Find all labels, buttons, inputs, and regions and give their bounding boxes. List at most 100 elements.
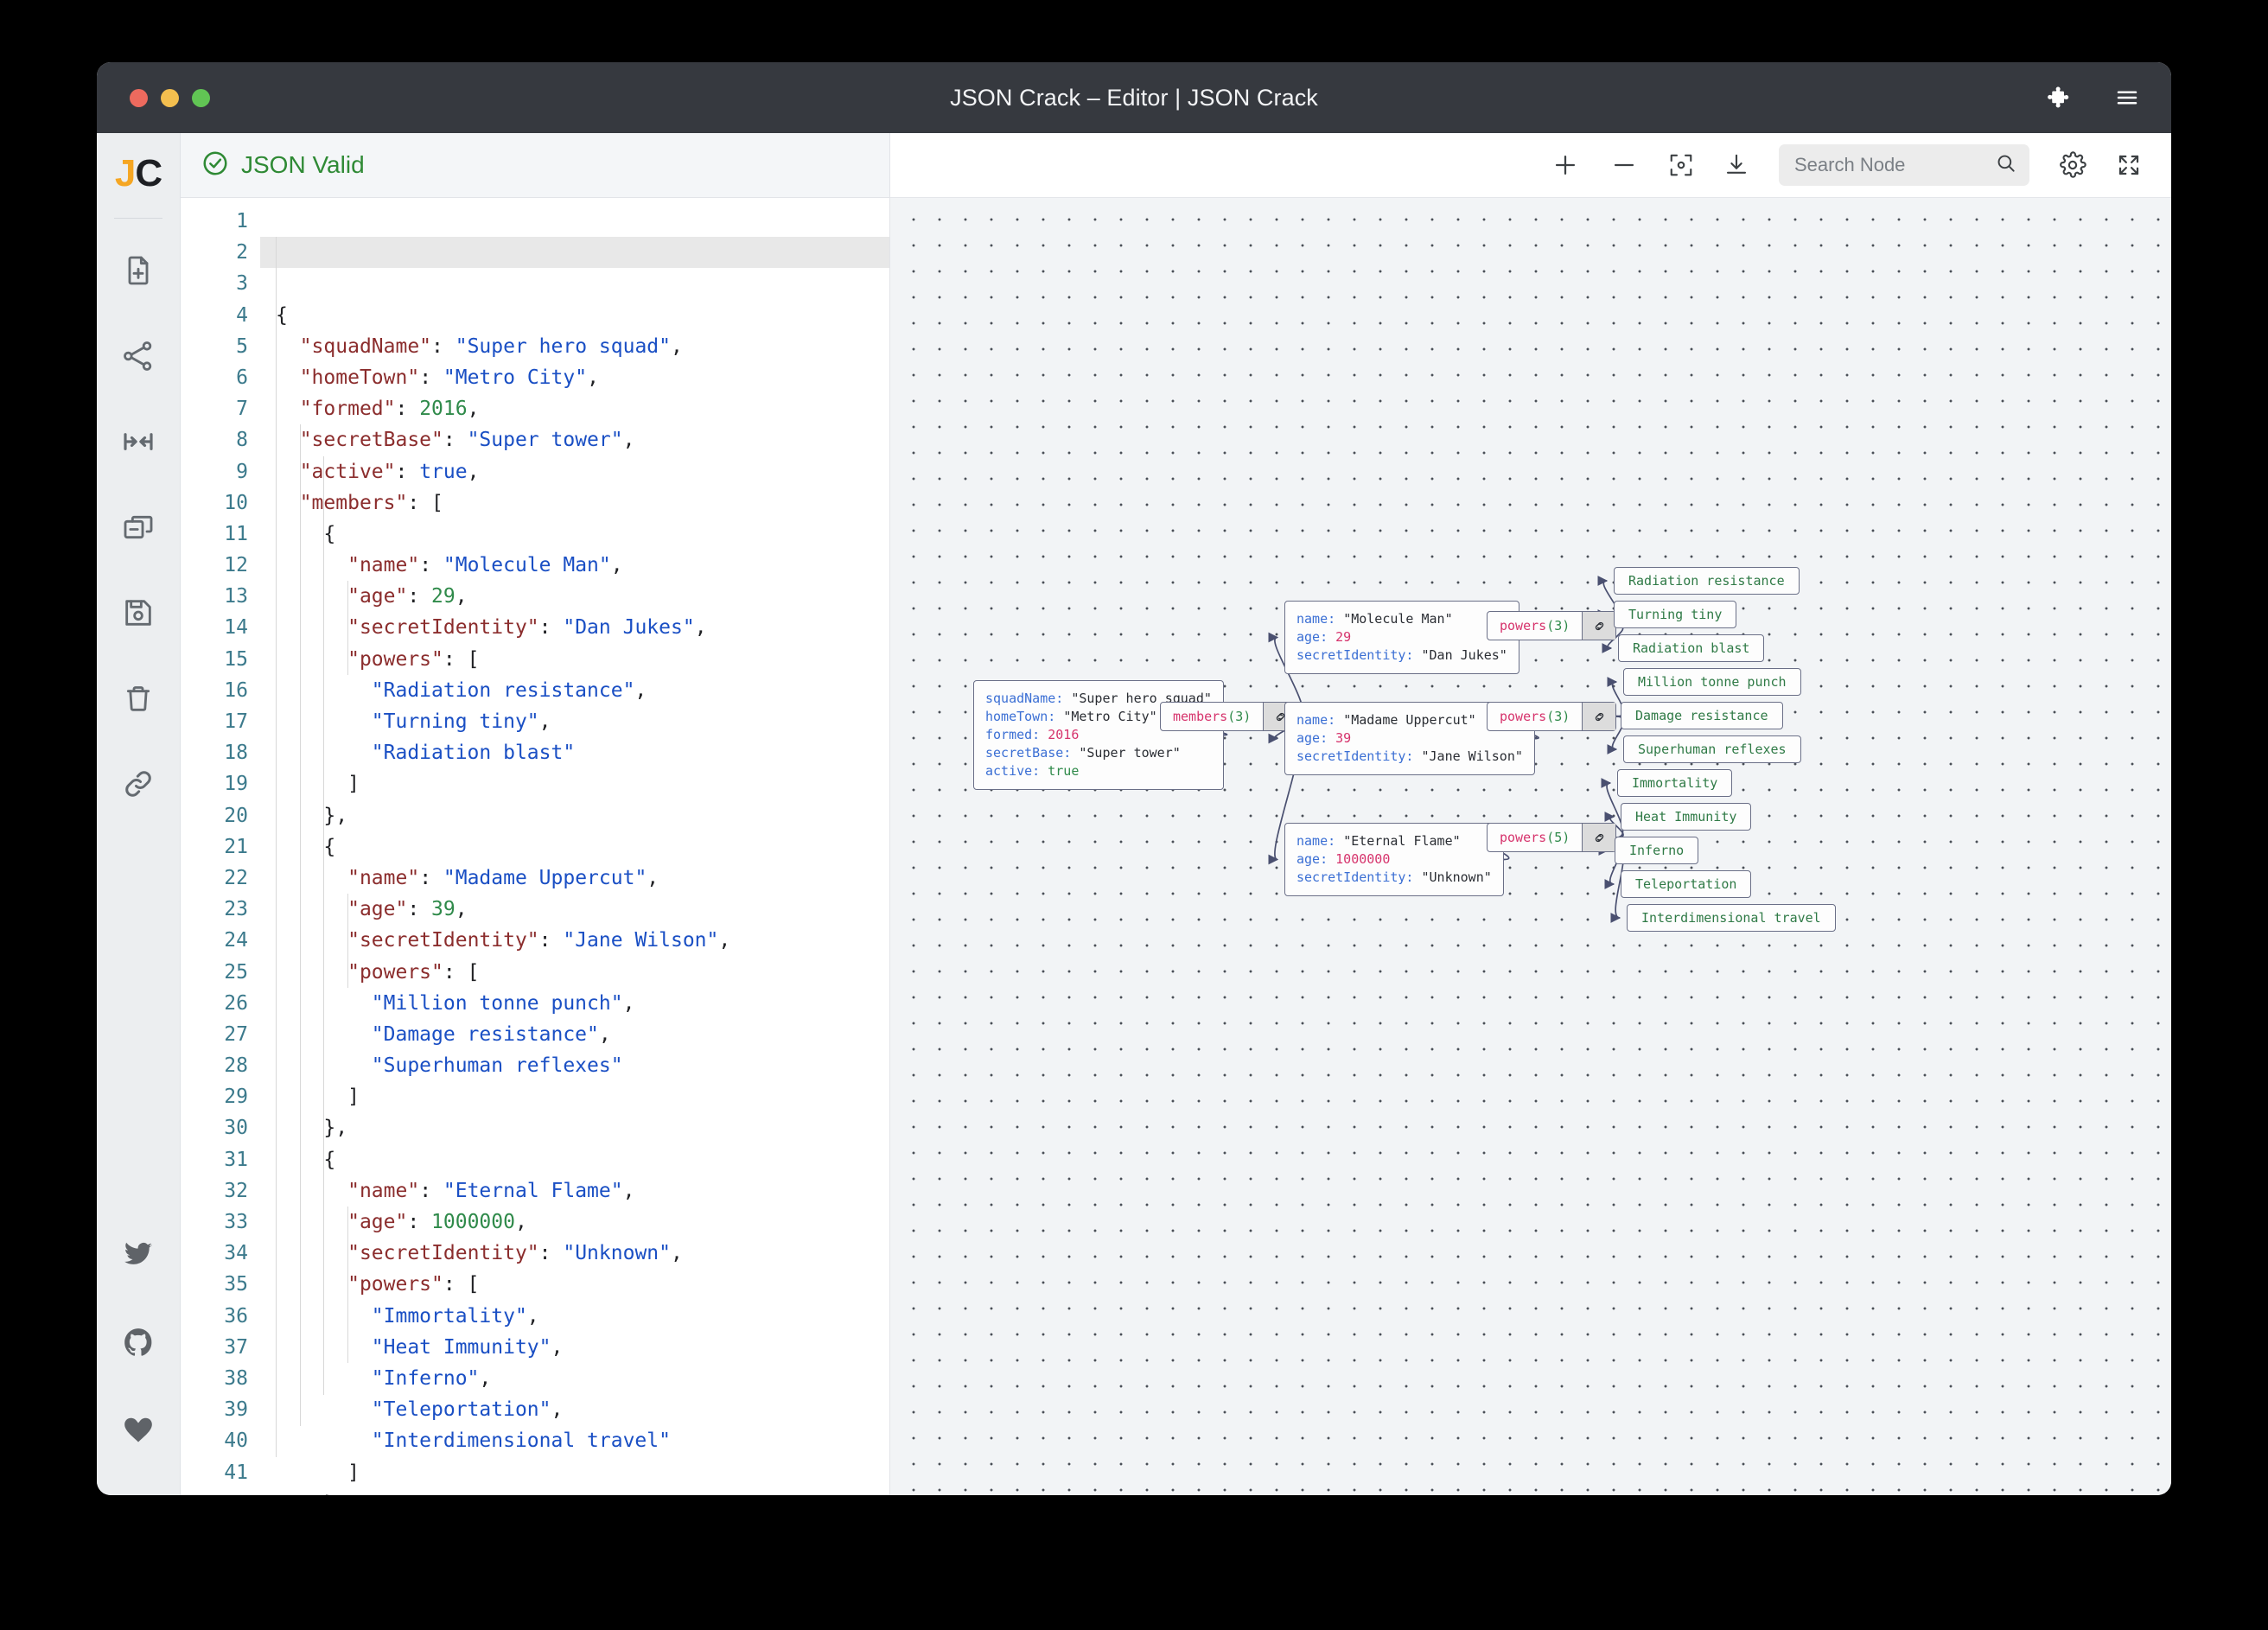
node-link-icon[interactable] (1582, 612, 1615, 640)
code-token: , (456, 585, 468, 608)
check-circle-icon (201, 150, 229, 181)
graph-node-row: age: 39 (1296, 729, 1523, 748)
code-line: "Immortality", (276, 1301, 889, 1332)
graph-parent-key: powers (1500, 618, 1546, 634)
search-icon[interactable] (1995, 152, 2017, 179)
line-number: 30 (181, 1112, 248, 1143)
graph-leaf-node[interactable]: Inferno (1615, 837, 1698, 864)
sidebar-item-delete[interactable] (97, 655, 180, 741)
json-valid-label: JSON Valid (241, 151, 365, 179)
code-token: "powers" (347, 648, 443, 671)
editor-status-bar: JSON Valid (181, 133, 889, 198)
code-token: : (407, 898, 431, 920)
search-node-box[interactable] (1779, 144, 2029, 186)
sidebar-item-share[interactable] (97, 313, 180, 398)
code-line: "Radiation blast" (276, 737, 889, 768)
code-token: "name" (347, 554, 419, 576)
line-number: 41 (181, 1457, 248, 1488)
sidebar-item-duplicate[interactable] (97, 484, 180, 570)
download-icon[interactable] (1723, 152, 1749, 178)
graph-object-node[interactable]: name: "Molecule Man"age: 29secretIdentit… (1284, 601, 1519, 674)
indent-guide (323, 456, 324, 1395)
graph-leaf-node[interactable]: Damage resistance (1621, 702, 1783, 729)
graph-node-row: age: 1000000 (1296, 850, 1492, 869)
graph-leaf-node[interactable]: Interdimensional travel (1627, 904, 1836, 932)
center-view-icon[interactable] (1668, 152, 1694, 178)
graph-parent-count: (5) (1546, 830, 1570, 845)
code-token: 29 (431, 585, 456, 608)
graph-leaf-node[interactable]: Radiation resistance (1614, 567, 1800, 595)
code-line: "Radiation resistance", (276, 675, 889, 706)
app-logo[interactable]: JC (115, 152, 162, 195)
graph-object-node[interactable]: squadName: "Super hero squad"homeTown: "… (973, 680, 1224, 790)
code-token: : (539, 616, 564, 639)
editor-scroll-area[interactable]: 1234567891011121314151617181920212223242… (181, 198, 889, 1495)
zoom-out-icon[interactable] (1609, 150, 1639, 180)
graph-canvas[interactable]: squadName: "Super hero squad"homeTown: "… (890, 198, 2171, 1495)
sidebar-item-link[interactable] (97, 741, 180, 826)
graph-node-value: "Unknown" (1422, 869, 1492, 885)
maximize-window-button[interactable] (192, 89, 210, 107)
graph-parent-node[interactable]: members (3) (1160, 702, 1297, 731)
code-token: "Jane Wilson" (563, 929, 718, 952)
puzzle-icon[interactable] (2047, 85, 2073, 111)
sidebar-item-collapse[interactable] (97, 398, 180, 484)
graph-leaf-node[interactable]: Million tonne punch (1623, 668, 1801, 696)
sidebar-item-github[interactable] (97, 1300, 180, 1388)
graph-node-row: secretIdentity: "Unknown" (1296, 869, 1492, 887)
graph-leaf-label: Teleportation (1635, 876, 1736, 892)
zoom-in-icon[interactable] (1551, 150, 1580, 180)
node-link-icon[interactable] (1582, 703, 1615, 730)
graph-leaf-node[interactable]: Superhuman reflexes (1623, 735, 1801, 763)
hamburger-menu-icon[interactable] (2114, 85, 2140, 111)
heart-icon (122, 1414, 155, 1451)
graph-node-key: name: (1296, 712, 1343, 728)
code-line: } (276, 1488, 889, 1495)
node-link-icon[interactable] (1582, 824, 1615, 851)
search-input[interactable] (1793, 153, 1988, 177)
graph-node-value: 29 (1335, 629, 1351, 645)
graph-toolbar (890, 133, 2171, 198)
code-token: "Super tower" (468, 429, 623, 451)
graph-parent-node[interactable]: powers (5) (1487, 823, 1616, 852)
save-icon (121, 595, 156, 630)
graph-leaf-node[interactable]: Immortality (1617, 769, 1732, 797)
line-number: 35 (181, 1269, 248, 1300)
graph-parent-node[interactable]: powers (3) (1487, 611, 1616, 640)
line-number: 29 (181, 1081, 248, 1112)
line-number: 10 (181, 487, 248, 519)
line-number: 20 (181, 800, 248, 831)
graph-node-key: age: (1296, 730, 1335, 746)
code-area[interactable]: 1234567891011121314151617181920212223242… (181, 198, 889, 1495)
logo-letter-c: C (135, 152, 162, 194)
close-window-button[interactable] (130, 89, 148, 107)
code-line: "powers": [ (276, 957, 889, 988)
sidebar-item-new-file[interactable] (97, 227, 180, 313)
fullscreen-icon[interactable] (2116, 152, 2142, 178)
window-title: JSON Crack – Editor | JSON Crack (97, 85, 2171, 111)
code-line: "Million tonne punch", (276, 988, 889, 1019)
line-number: 12 (181, 550, 248, 581)
graph-object-node[interactable]: name: "Eternal Flame"age: 1000000secretI… (1284, 823, 1504, 896)
code-line: "Heat Immunity", (276, 1332, 889, 1363)
sidebar-item-sponsor[interactable] (97, 1388, 180, 1476)
sidebar-item-save[interactable] (97, 570, 180, 655)
graph-leaf-node[interactable]: Radiation blast (1618, 634, 1764, 662)
code-token: "Damage resistance" (372, 1023, 599, 1046)
gear-icon[interactable] (2059, 151, 2086, 179)
code-token: , (634, 679, 647, 702)
graph-leaf-node[interactable]: Teleportation (1621, 870, 1751, 898)
code-line: ] (276, 768, 889, 799)
graph-parent-node[interactable]: powers (3) (1487, 702, 1616, 731)
line-number: 33 (181, 1207, 248, 1238)
graph-leaf-node[interactable]: Turning tiny (1614, 601, 1736, 628)
code-token: "powers" (347, 961, 443, 984)
graph-node-key: age: (1296, 851, 1335, 867)
code-line: ] (276, 1457, 889, 1488)
minimize-window-button[interactable] (161, 89, 179, 107)
code-line: ] (276, 1081, 889, 1112)
code-content[interactable]: { "squadName": "Super hero squad", "home… (260, 206, 889, 1495)
graph-leaf-node[interactable]: Heat Immunity (1621, 803, 1751, 831)
sidebar-item-twitter[interactable] (97, 1212, 180, 1300)
share-nodes-icon (121, 339, 156, 373)
